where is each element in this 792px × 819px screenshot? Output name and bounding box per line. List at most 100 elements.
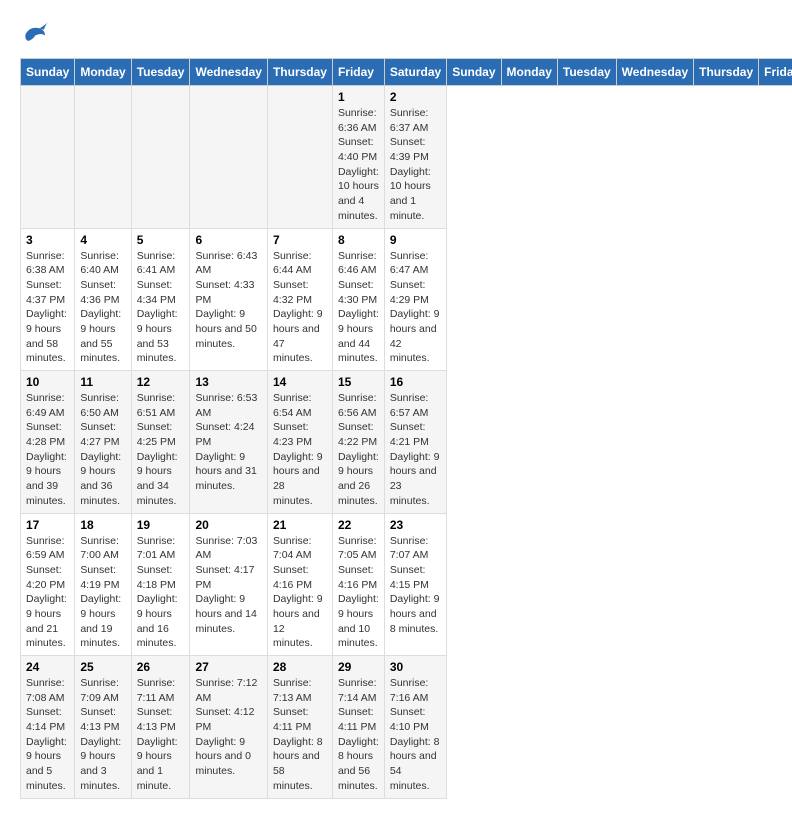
day-number: 8 <box>338 233 379 247</box>
calendar-week-2: 3 Sunrise: 6:38 AM Sunset: 4:37 PM Daylig… <box>21 228 792 371</box>
day-number: 26 <box>137 660 185 674</box>
calendar-cell: 11Sunrise: 6:50 AM Sunset: 4:27 PM Dayli… <box>75 371 131 514</box>
calendar-cell: 5 Sunrise: 6:41 AM Sunset: 4:34 PM Daylig… <box>131 228 190 371</box>
day-number: 13 <box>195 375 261 389</box>
calendar-cell: 29 Sunrise: 7:14 AM Sunset: 4:11 PM Dayli… <box>332 656 384 799</box>
day-info: Sunrise: 7:13 AM Sunset: 4:11 PM Dayligh… <box>273 676 327 794</box>
day-info: Sunrise: 6:59 AM Sunset: 4:20 PM Dayligh… <box>26 534 69 652</box>
calendar-cell: 23 Sunrise: 7:07 AM Sunset: 4:15 PM Dayli… <box>384 513 446 656</box>
day-info: Sunrise: 7:11 AM Sunset: 4:13 PM Dayligh… <box>137 676 185 794</box>
calendar-cell: 16 Sunrise: 6:57 AM Sunset: 4:21 PM Dayli… <box>384 371 446 514</box>
calendar-cell: 24 Sunrise: 7:08 AM Sunset: 4:14 PM Dayli… <box>21 656 75 799</box>
day-number: 10 <box>26 375 69 389</box>
day-number: 5 <box>137 233 185 247</box>
day-number: 27 <box>195 660 261 674</box>
day-number: 19 <box>137 518 185 532</box>
day-number: 22 <box>338 518 379 532</box>
day-number: 25 <box>80 660 125 674</box>
day-header-monday: Monday <box>501 59 557 86</box>
calendar-cell: 14 Sunrise: 6:54 AM Sunset: 4:23 PM Dayli… <box>267 371 332 514</box>
day-info: Sunrise: 6:36 AM Sunset: 4:40 PM Dayligh… <box>338 106 379 224</box>
day-info: Sunrise: 6:51 AM Sunset: 4:25 PM Dayligh… <box>137 391 185 509</box>
day-header-thursday: Thursday <box>694 59 759 86</box>
calendar-cell: 26 Sunrise: 7:11 AM Sunset: 4:13 PM Dayli… <box>131 656 190 799</box>
calendar-cell: 1 Sunrise: 6:36 AM Sunset: 4:40 PM Daylig… <box>332 86 384 229</box>
calendar-cell: 2 Sunrise: 6:37 AM Sunset: 4:39 PM Daylig… <box>384 86 446 229</box>
day-number: 20 <box>195 518 261 532</box>
day-header-sunday: Sunday <box>447 59 501 86</box>
day-info: Sunrise: 6:57 AM Sunset: 4:21 PM Dayligh… <box>390 391 441 509</box>
day-number: 7 <box>273 233 327 247</box>
day-info: Sunrise: 7:05 AM Sunset: 4:16 PM Dayligh… <box>338 534 379 652</box>
day-info: Sunrise: 6:49 AM Sunset: 4:28 PM Dayligh… <box>26 391 69 509</box>
day-info: Sunrise: 6:54 AM Sunset: 4:23 PM Dayligh… <box>273 391 327 509</box>
day-header-tuesday: Tuesday <box>131 59 190 86</box>
calendar-cell <box>75 86 131 229</box>
day-info: Sunrise: 6:41 AM Sunset: 4:34 PM Dayligh… <box>137 249 185 367</box>
day-info: Sunrise: 6:40 AM Sunset: 4:36 PM Dayligh… <box>80 249 125 367</box>
day-number: 12 <box>137 375 185 389</box>
calendar-cell: 20 Sunrise: 7:03 AM Sunset: 4:17 PM Dayli… <box>190 513 267 656</box>
calendar-week-5: 24 Sunrise: 7:08 AM Sunset: 4:14 PM Dayli… <box>21 656 792 799</box>
day-info: Sunrise: 6:50 AM Sunset: 4:27 PM Dayligh… <box>80 391 125 509</box>
calendar-cell: 7 Sunrise: 6:44 AM Sunset: 4:32 PM Daylig… <box>267 228 332 371</box>
day-number: 29 <box>338 660 379 674</box>
day-info: Sunrise: 6:56 AM Sunset: 4:22 PM Dayligh… <box>338 391 379 509</box>
day-info: Sunrise: 6:46 AM Sunset: 4:30 PM Dayligh… <box>338 249 379 367</box>
day-number: 18 <box>80 518 125 532</box>
day-info: Sunrise: 6:53 AM Sunset: 4:24 PM Dayligh… <box>195 391 261 494</box>
day-info: Sunrise: 6:38 AM Sunset: 4:37 PM Dayligh… <box>26 249 69 367</box>
day-number: 28 <box>273 660 327 674</box>
calendar-cell: 8 Sunrise: 6:46 AM Sunset: 4:30 PM Daylig… <box>332 228 384 371</box>
day-number: 2 <box>390 90 441 104</box>
day-info: Sunrise: 7:00 AM Sunset: 4:19 PM Dayligh… <box>80 534 125 652</box>
calendar-cell: 30Sunrise: 7:16 AM Sunset: 4:10 PM Dayli… <box>384 656 446 799</box>
calendar-week-1: 1 Sunrise: 6:36 AM Sunset: 4:40 PM Daylig… <box>21 86 792 229</box>
calendar-cell: 19Sunrise: 7:01 AM Sunset: 4:18 PM Dayli… <box>131 513 190 656</box>
day-info: Sunrise: 6:47 AM Sunset: 4:29 PM Dayligh… <box>390 249 441 367</box>
calendar-week-3: 10 Sunrise: 6:49 AM Sunset: 4:28 PM Dayli… <box>21 371 792 514</box>
calendar-cell: 28 Sunrise: 7:13 AM Sunset: 4:11 PM Dayli… <box>267 656 332 799</box>
calendar-header-row: SundayMondayTuesdayWednesdayThursdayFrid… <box>21 59 792 86</box>
calendar-cell: 21 Sunrise: 7:04 AM Sunset: 4:16 PM Dayli… <box>267 513 332 656</box>
day-info: Sunrise: 7:07 AM Sunset: 4:15 PM Dayligh… <box>390 534 441 637</box>
calendar-cell: 15 Sunrise: 6:56 AM Sunset: 4:22 PM Dayli… <box>332 371 384 514</box>
calendar-cell: 25 Sunrise: 7:09 AM Sunset: 4:13 PM Dayli… <box>75 656 131 799</box>
day-number: 4 <box>80 233 125 247</box>
day-header-friday: Friday <box>759 59 792 86</box>
calendar-cell: 9Sunrise: 6:47 AM Sunset: 4:29 PM Daylig… <box>384 228 446 371</box>
calendar-cell <box>21 86 75 229</box>
day-number: 6 <box>195 233 261 247</box>
day-header-thursday: Thursday <box>267 59 332 86</box>
day-number: 23 <box>390 518 441 532</box>
calendar-cell: 27Sunrise: 7:12 AM Sunset: 4:12 PM Dayli… <box>190 656 267 799</box>
day-info: Sunrise: 7:04 AM Sunset: 4:16 PM Dayligh… <box>273 534 327 652</box>
calendar-table: SundayMondayTuesdayWednesdayThursdayFrid… <box>20 58 792 799</box>
day-number: 14 <box>273 375 327 389</box>
day-info: Sunrise: 7:09 AM Sunset: 4:13 PM Dayligh… <box>80 676 125 794</box>
day-header-wednesday: Wednesday <box>190 59 267 86</box>
day-number: 16 <box>390 375 441 389</box>
calendar-cell <box>267 86 332 229</box>
day-number: 30 <box>390 660 441 674</box>
day-info: Sunrise: 7:03 AM Sunset: 4:17 PM Dayligh… <box>195 534 261 637</box>
day-info: Sunrise: 7:08 AM Sunset: 4:14 PM Dayligh… <box>26 676 69 794</box>
day-info: Sunrise: 6:37 AM Sunset: 4:39 PM Dayligh… <box>390 106 441 224</box>
calendar-cell: 17 Sunrise: 6:59 AM Sunset: 4:20 PM Dayli… <box>21 513 75 656</box>
day-number: 3 <box>26 233 69 247</box>
day-info: Sunrise: 7:14 AM Sunset: 4:11 PM Dayligh… <box>338 676 379 794</box>
day-number: 24 <box>26 660 69 674</box>
day-number: 1 <box>338 90 379 104</box>
day-info: Sunrise: 6:44 AM Sunset: 4:32 PM Dayligh… <box>273 249 327 367</box>
day-number: 15 <box>338 375 379 389</box>
day-header-sunday: Sunday <box>21 59 75 86</box>
calendar-cell: 12 Sunrise: 6:51 AM Sunset: 4:25 PM Dayli… <box>131 371 190 514</box>
calendar-cell: 10 Sunrise: 6:49 AM Sunset: 4:28 PM Dayli… <box>21 371 75 514</box>
calendar-cell: 3 Sunrise: 6:38 AM Sunset: 4:37 PM Daylig… <box>21 228 75 371</box>
logo <box>20 20 52 48</box>
day-number: 17 <box>26 518 69 532</box>
calendar-cell <box>190 86 267 229</box>
day-number: 21 <box>273 518 327 532</box>
calendar-cell: 13 Sunrise: 6:53 AM Sunset: 4:24 PM Dayli… <box>190 371 267 514</box>
calendar-cell <box>131 86 190 229</box>
